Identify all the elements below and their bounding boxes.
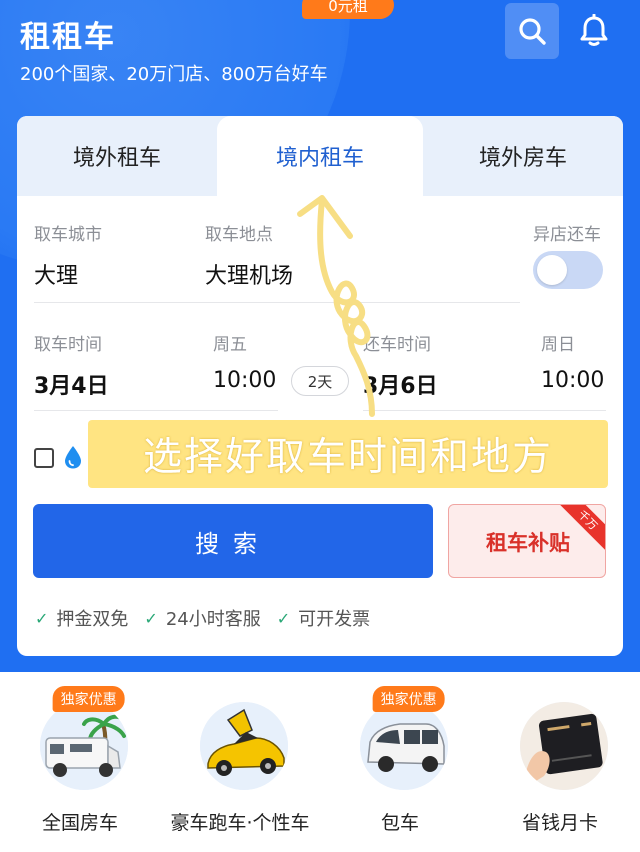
tab-bar: 境外租车 境内租车 境外房车 xyxy=(17,116,623,196)
notification-button[interactable] xyxy=(572,8,616,54)
bell-icon xyxy=(580,14,608,46)
return-clock[interactable]: 10:00 xyxy=(541,368,604,393)
return-different-store-label: 异店还车 xyxy=(533,225,601,245)
app-subtitle: 200个国家、20万门店、800万台好车 xyxy=(20,64,328,85)
check-icon: ✓ xyxy=(276,608,291,628)
zero-yuan-badge: 0元租 xyxy=(302,0,394,19)
pickup-city-label: 取车城市 xyxy=(34,225,102,245)
sports-car-image xyxy=(200,702,288,790)
pickup-place-label: 取车地点 xyxy=(205,225,273,245)
tab-overseas-rental[interactable]: 境外租车 xyxy=(17,116,217,196)
perk-label: 可开发票 xyxy=(298,609,371,630)
perk-item: ✓ 押金双免 xyxy=(35,605,128,631)
agreement-checkbox[interactable] xyxy=(34,448,54,468)
pickup-weekday: 周五 xyxy=(213,335,247,355)
perk-item: ✓ 可开发票 xyxy=(277,605,370,631)
rental-duration-badge: 2天 xyxy=(291,366,349,396)
return-different-store-toggle[interactable] xyxy=(533,251,603,289)
pickup-time-label: 取车时间 xyxy=(34,335,102,355)
divider xyxy=(34,410,278,411)
van-image xyxy=(360,702,448,790)
membership-card-image xyxy=(520,702,608,790)
rental-subsidy-button[interactable]: 租车补贴 千万 xyxy=(448,504,606,578)
return-weekday: 周日 xyxy=(541,335,575,355)
pickup-place-value[interactable]: 大理机场 xyxy=(205,258,293,290)
tab-overseas-rv[interactable]: 境外房车 xyxy=(423,116,623,196)
water-drop-icon xyxy=(65,446,81,469)
rv-image xyxy=(40,702,128,790)
booking-card: 境外租车 境内租车 境外房车 取车城市 大理 取车地点 大理机场 异店还车 取车… xyxy=(17,116,623,656)
perk-label: 押金双免 xyxy=(56,609,129,630)
pickup-date[interactable]: 3月4日 xyxy=(34,368,109,400)
category-bar: 独家优惠 全国房车 豪车跑车·个性车 独家优惠 包车 省钱月卡 xyxy=(0,672,640,852)
search-submit-button[interactable]: 搜索 xyxy=(33,504,433,578)
perk-item: ✓ 24小时客服 xyxy=(144,605,260,631)
category-rv[interactable]: 独家优惠 全国房车 xyxy=(0,672,160,852)
perk-label: 24小时客服 xyxy=(165,609,261,630)
category-luxury-sports[interactable]: 豪车跑车·个性车 xyxy=(160,672,320,852)
category-label: 包车 xyxy=(380,812,419,834)
category-charter[interactable]: 独家优惠 包车 xyxy=(320,672,480,852)
search-button[interactable] xyxy=(505,3,559,59)
exclusive-offer-badge: 独家优惠 xyxy=(372,686,445,712)
divider xyxy=(34,302,520,303)
instruction-overlay: 选择好取车时间和地方 xyxy=(88,420,608,488)
perk-list: ✓ 押金双免 ✓ 24小时客服 ✓ 可开发票 xyxy=(35,604,386,632)
check-icon: ✓ xyxy=(35,608,49,628)
pickup-city-value[interactable]: 大理 xyxy=(34,258,78,290)
app-title: 租租车 xyxy=(20,20,116,55)
category-label: 豪车跑车·个性车 xyxy=(170,812,310,834)
return-date[interactable]: 3月6日 xyxy=(363,368,438,400)
return-time-label: 还车时间 xyxy=(363,335,431,355)
search-icon xyxy=(519,18,546,45)
check-icon: ✓ xyxy=(144,608,158,628)
tab-domestic-rental[interactable]: 境内租车 xyxy=(217,116,423,196)
category-monthly-card[interactable]: 省钱月卡 xyxy=(480,672,640,852)
toggle-knob xyxy=(537,255,567,285)
category-label: 全国房车 xyxy=(41,812,118,834)
category-label: 省钱月卡 xyxy=(521,812,598,834)
divider xyxy=(363,410,606,411)
pickup-clock[interactable]: 10:00 xyxy=(213,368,276,393)
exclusive-offer-badge: 独家优惠 xyxy=(52,686,125,712)
